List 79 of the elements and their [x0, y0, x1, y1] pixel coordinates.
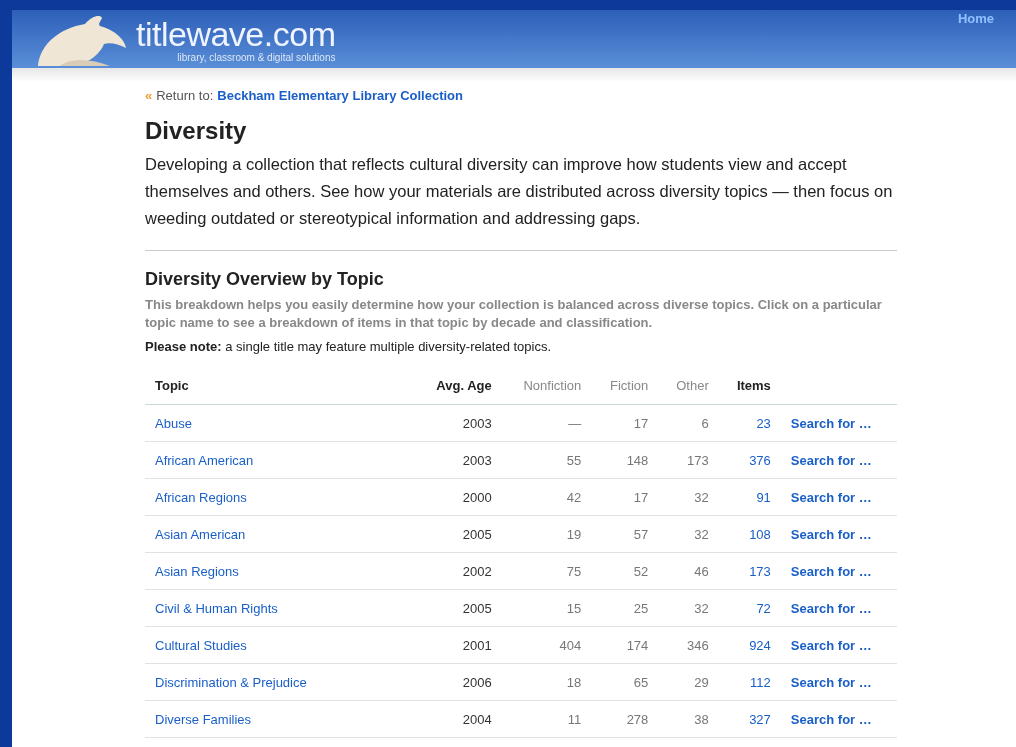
table-cell: 65: [591, 663, 659, 701]
table-cell: 6: [658, 404, 719, 442]
back-icon: «: [145, 88, 153, 103]
items-link[interactable]: 108: [749, 526, 771, 542]
table-cell: 42: [501, 478, 592, 516]
table-cell: 2000: [415, 478, 502, 516]
table-cell: 2005: [415, 589, 502, 627]
table-cell: 148: [591, 441, 659, 479]
table-cell: 17: [591, 478, 659, 516]
topic-link[interactable]: Asian American: [155, 526, 246, 542]
topic-link[interactable]: Discrimination & Prejudice: [155, 674, 307, 690]
table-cell: 2004: [415, 700, 502, 738]
table-cell: 38: [658, 700, 719, 738]
table-cell: 278: [591, 700, 659, 738]
table-cell: 174: [591, 626, 659, 664]
search-link[interactable]: Search for …: [790, 711, 872, 727]
search-link[interactable]: Search for …: [790, 526, 872, 542]
table-cell: 2001: [415, 626, 502, 664]
table-cell: 2002: [415, 552, 502, 590]
items-link[interactable]: 327: [749, 711, 771, 727]
table-cell: 19: [501, 515, 592, 553]
table-cell: 17: [591, 404, 659, 442]
search-link[interactable]: Search for …: [790, 563, 872, 579]
table-cell: 173: [658, 441, 719, 479]
note-text: Please note: a single title may feature multiple diversity-related topics.: [145, 339, 553, 354]
breadcrumb-link[interactable]: Beckham Elementary Library Collection: [217, 88, 463, 103]
table-cell: 32: [658, 515, 719, 553]
items-link[interactable]: 924: [749, 637, 771, 653]
search-link[interactable]: Search for …: [790, 415, 872, 431]
topic-link[interactable]: African American: [155, 452, 254, 468]
topic-link[interactable]: Cultural Studies: [155, 637, 247, 653]
section-title: Diversity Overview by Topic: [145, 269, 385, 290]
table-cell: 46: [658, 552, 719, 590]
column-header: Topic: [145, 368, 415, 405]
topic-link[interactable]: Civil & Human Rights: [155, 600, 278, 616]
topic-link[interactable]: African Regions: [155, 489, 247, 505]
table-cell: 55: [501, 441, 592, 479]
items-link[interactable]: 173: [749, 563, 771, 579]
items-link[interactable]: 72: [756, 600, 771, 616]
search-link[interactable]: Search for …: [790, 600, 872, 616]
breadcrumb-label: Return to:: [156, 88, 214, 103]
column-header: Avg. Age: [415, 368, 502, 405]
table-cell: 29: [658, 663, 719, 701]
search-link[interactable]: Search for …: [790, 637, 872, 653]
items-link[interactable]: 23: [756, 415, 771, 431]
column-header: Nonfiction: [501, 368, 592, 405]
site-logo[interactable]: titlewave.com: [136, 16, 336, 52]
search-link[interactable]: Search for …: [790, 489, 872, 505]
table-cell: 25: [591, 589, 659, 627]
topic-link[interactable]: Diverse Families: [155, 711, 252, 727]
topic-link[interactable]: Asian Regions: [155, 563, 239, 579]
table-cell: 15: [501, 589, 592, 627]
table-cell: 2003: [415, 404, 502, 442]
topic-link[interactable]: Abuse: [155, 415, 192, 431]
search-link[interactable]: Search for …: [790, 452, 872, 468]
section-description: This breakdown helps you easily determine how your collection is balanced across diverse topics. Click on a particular topic name to see a breakdown of items in that topic by decade and classification.: [145, 296, 883, 332]
table-cell: 2003: [415, 441, 502, 479]
table-cell: 2005: [415, 515, 502, 553]
column-header: Other: [658, 368, 719, 405]
table-cell: 32: [658, 589, 719, 627]
items-link[interactable]: 376: [749, 452, 771, 468]
page-title: Diversity: [145, 117, 248, 145]
table-cell: 346: [658, 626, 719, 664]
table-cell: 18: [501, 663, 592, 701]
intro-text: Developing a collection that reflects cultural diversity can improve how students view and accept themselves and others. See how your materials are distributed across diversity topics — then focus on weeding outdated or stereotypical information and addressing gaps.: [145, 154, 894, 229]
table-cell: 2006: [415, 663, 502, 701]
table-cell: 57: [591, 515, 659, 553]
tagline: library, classroom & digital solutions: [177, 52, 336, 63]
column-header: Items: [718, 368, 781, 405]
table-cell: 32: [658, 478, 719, 516]
table-cell: —: [501, 404, 592, 442]
search-link[interactable]: Search for …: [790, 674, 872, 690]
items-link[interactable]: 91: [756, 489, 771, 505]
table-cell: 11: [501, 700, 592, 738]
table-cell: 75: [501, 552, 592, 590]
column-header: Fiction: [591, 368, 659, 405]
table-cell: 52: [591, 552, 659, 590]
table-cell: 404: [501, 626, 592, 664]
items-link[interactable]: 112: [750, 674, 771, 690]
